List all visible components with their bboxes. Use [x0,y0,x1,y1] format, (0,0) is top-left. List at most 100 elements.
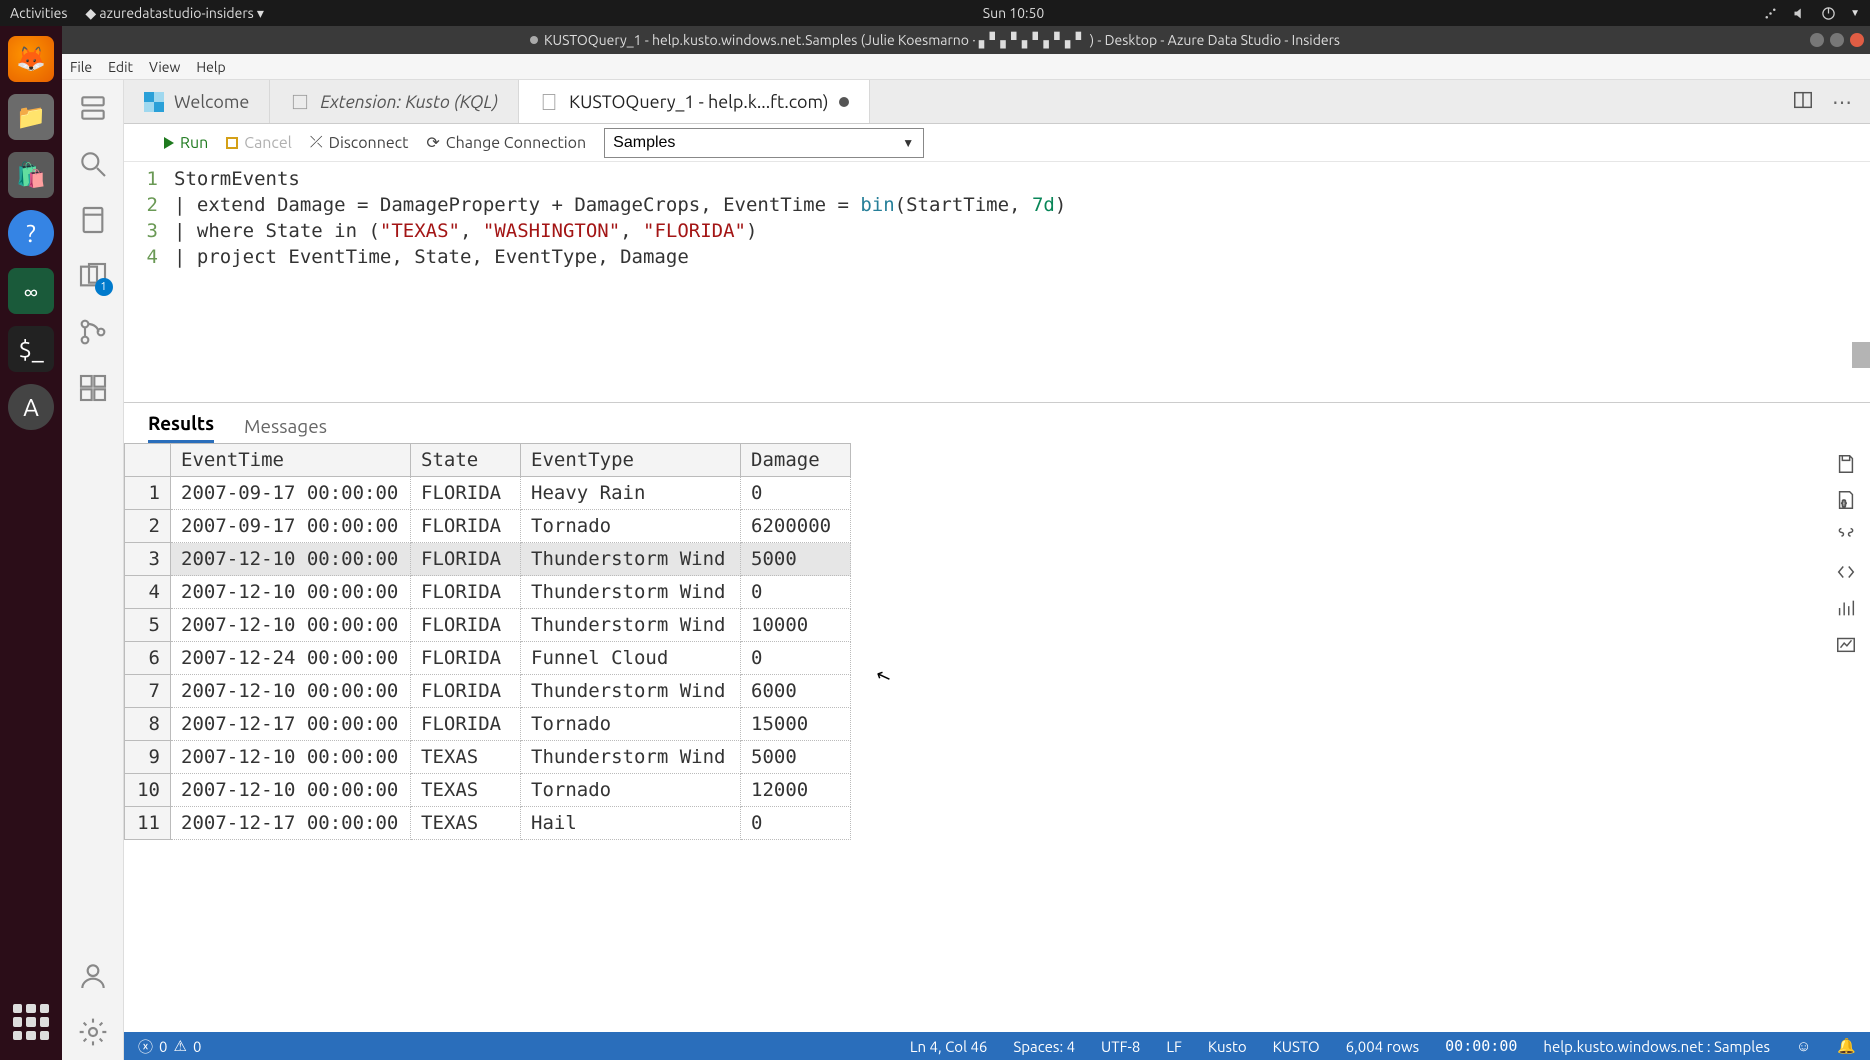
cell[interactable]: TEXAS [411,807,521,840]
cell[interactable]: 6000 [741,675,851,708]
more-actions-icon[interactable]: ⋯ [1832,90,1852,114]
dock-software[interactable]: 🛍️ [8,152,54,198]
row-number[interactable]: 3 [125,543,171,576]
status-rows[interactable]: 6,004 rows [1346,1038,1420,1055]
volume-icon[interactable] [1792,6,1807,21]
cell[interactable]: Funnel Cloud [521,642,741,675]
dock-files[interactable]: 📁 [8,94,54,140]
status-errors[interactable]: ⓧ0⚠0 [138,1036,201,1057]
activity-search-icon[interactable] [77,148,109,180]
cell[interactable]: 0 [741,576,851,609]
cell[interactable]: 12000 [741,774,851,807]
clock[interactable]: Sun 10:50 [264,5,1763,21]
status-language[interactable]: Kusto [1208,1038,1247,1055]
cell[interactable]: 5000 [741,543,851,576]
row-number[interactable]: 5 [125,609,171,642]
dock-azure-data-studio[interactable]: ∞ [8,268,54,314]
activity-extensions-icon[interactable] [77,372,109,404]
status-eol[interactable]: LF [1166,1038,1182,1055]
row-number[interactable]: 8 [125,708,171,741]
cell[interactable]: Thunderstorm Wind [521,576,741,609]
cell[interactable]: 2007-12-10 00:00:00 [171,543,411,576]
table-row[interactable]: 82007-12-17 00:00:00FLORIDATornado15000 [125,708,851,741]
disconnect-button[interactable]: ⤫Disconnect [310,133,409,152]
column-header[interactable]: EventTime [171,444,411,477]
status-spaces[interactable]: Spaces: 4 [1013,1038,1075,1055]
table-row[interactable]: 32007-12-10 00:00:00FLORIDAThunderstorm … [125,543,851,576]
tab-messages[interactable]: Messages [244,415,327,443]
window-close-button[interactable] [1850,33,1864,47]
activity-notebooks-icon[interactable] [77,204,109,236]
cell[interactable]: FLORIDA [411,708,521,741]
activity-servers-icon[interactable] [77,92,109,124]
cell[interactable]: FLORIDA [411,642,521,675]
menu-file[interactable]: File [70,59,92,75]
row-number[interactable]: 7 [125,675,171,708]
cell[interactable]: 2007-12-17 00:00:00 [171,708,411,741]
column-header[interactable]: EventType [521,444,741,477]
table-row[interactable]: 42007-12-10 00:00:00FLORIDAThunderstorm … [125,576,851,609]
row-number[interactable]: 9 [125,741,171,774]
save-csv-icon[interactable] [1835,453,1857,475]
row-number[interactable]: 6 [125,642,171,675]
dock-terminal[interactable]: $_ [8,326,54,372]
activity-source-control-icon[interactable] [77,316,109,348]
activity-account-icon[interactable] [77,960,109,992]
cell[interactable]: 2007-12-10 00:00:00 [171,576,411,609]
run-button[interactable]: Run [164,134,208,152]
save-json-icon[interactable]: {} [1835,489,1857,511]
activity-explorer-icon[interactable]: 1 [77,260,109,292]
status-feedback-icon[interactable]: ☺ [1796,1037,1811,1055]
cell[interactable]: 2007-12-24 00:00:00 [171,642,411,675]
cell[interactable]: 2007-12-10 00:00:00 [171,609,411,642]
database-select[interactable]: Samples [604,128,924,158]
status-mode[interactable]: KUSTO [1273,1038,1320,1055]
tray-chevron-icon[interactable]: ▼ [1850,7,1860,19]
dock-firefox[interactable]: 🦊 [8,36,54,82]
cell[interactable]: 15000 [741,708,851,741]
table-row[interactable]: 62007-12-24 00:00:00FLORIDAFunnel Cloud0 [125,642,851,675]
cell[interactable]: 0 [741,807,851,840]
row-number[interactable]: 4 [125,576,171,609]
cell[interactable]: Thunderstorm Wind [521,543,741,576]
cell[interactable]: Tornado [521,774,741,807]
cell[interactable]: FLORIDA [411,477,521,510]
cell[interactable]: FLORIDA [411,543,521,576]
menu-view[interactable]: View [149,59,180,75]
table-row[interactable]: 102007-12-10 00:00:00TEXASTornado12000 [125,774,851,807]
table-row[interactable]: 12007-09-17 00:00:00FLORIDAHeavy Rain0 [125,477,851,510]
cell[interactable]: Thunderstorm Wind [521,741,741,774]
dock-help[interactable]: ? [8,210,54,256]
window-minimize-button[interactable] [1810,33,1824,47]
query-editor[interactable]: 1StormEvents 2| extend Damage = DamagePr… [124,162,1870,402]
app-menu[interactable]: ◆ azuredatastudio-insiders ▾ [85,5,264,22]
cell[interactable]: Tornado [521,708,741,741]
network-icon[interactable] [1763,6,1778,21]
column-header[interactable]: State [411,444,521,477]
menu-edit[interactable]: Edit [108,59,133,75]
cell[interactable]: 6200000 [741,510,851,543]
table-row[interactable]: 52007-12-10 00:00:00FLORIDAThunderstorm … [125,609,851,642]
status-cursor[interactable]: Ln 4, Col 46 [910,1038,987,1055]
row-number[interactable]: 2 [125,510,171,543]
status-bell-icon[interactable]: 🔔 [1837,1037,1856,1055]
tab-extension-kusto[interactable]: Extension: Kusto (KQL) [270,80,519,123]
table-row[interactable]: 92007-12-10 00:00:00TEXASThunderstorm Wi… [125,741,851,774]
activities-button[interactable]: Activities [10,5,67,21]
cell[interactable]: 2007-09-17 00:00:00 [171,477,411,510]
row-number[interactable]: 10 [125,774,171,807]
cell[interactable]: 10000 [741,609,851,642]
table-row[interactable]: 112007-12-17 00:00:00TEXASHail0 [125,807,851,840]
split-editor-icon[interactable] [1792,89,1814,115]
cancel-button[interactable]: Cancel [226,134,292,152]
chart-icon[interactable] [1835,597,1857,619]
cell[interactable]: 2007-12-17 00:00:00 [171,807,411,840]
cell[interactable]: 2007-12-10 00:00:00 [171,741,411,774]
save-xml-icon[interactable] [1835,561,1857,583]
table-row[interactable]: 22007-09-17 00:00:00FLORIDATornado620000… [125,510,851,543]
tab-kustoquery1[interactable]: KUSTOQuery_1 - help.k...ft.com) [519,80,869,123]
cell[interactable]: FLORIDA [411,675,521,708]
visualizer-icon[interactable] [1835,633,1857,655]
tab-welcome[interactable]: Welcome [124,80,270,123]
cell[interactable]: 2007-12-10 00:00:00 [171,675,411,708]
